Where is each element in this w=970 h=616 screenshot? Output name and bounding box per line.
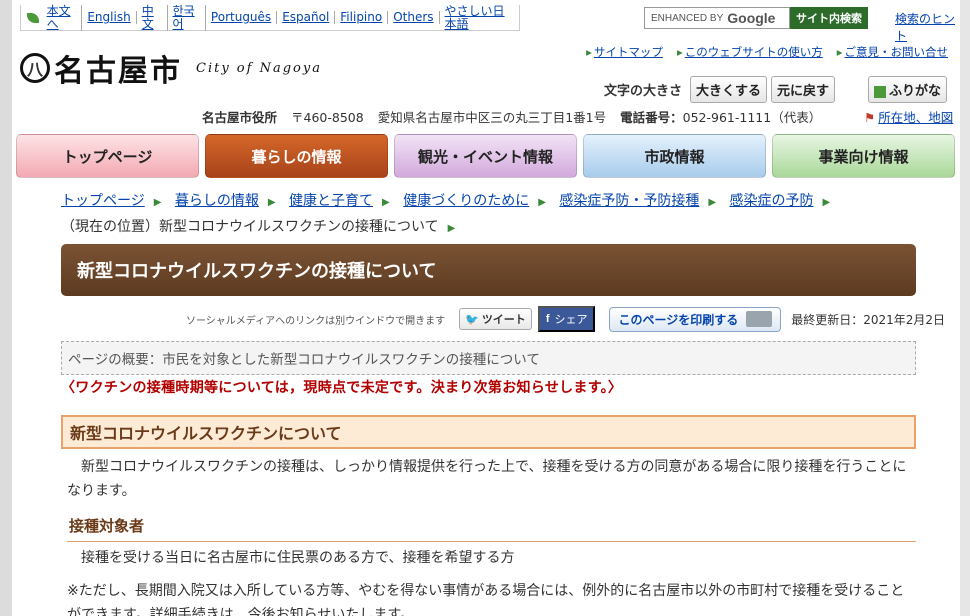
- last-updated: 最終更新日：2021年2月2日: [791, 312, 946, 327]
- postal-code: 〒460-8508: [291, 110, 364, 125]
- breadcrumb-item[interactable]: 健康づくりのために: [403, 193, 529, 209]
- page-right-gutter: [960, 0, 970, 616]
- sub-heading: 接種対象者: [67, 514, 916, 542]
- sub-body: 接種を受ける当日に名古屋市に住民票のある方で、接種を希望する方: [67, 550, 515, 566]
- logo-name: 名古屋市: [54, 54, 182, 89]
- search-input[interactable]: ENHANCED BY Google: [644, 7, 790, 29]
- search-placeholder: ENHANCED BY: [651, 12, 724, 24]
- nav-tab-city-gov[interactable]: 市政情報: [583, 134, 766, 178]
- breadcrumb-item[interactable]: 暮らしの情報: [175, 193, 259, 209]
- lang-link-easy-japanese[interactable]: やさしい日本語: [440, 4, 519, 31]
- breadcrumb-arrow-icon: ▶: [447, 223, 456, 234]
- breadcrumb: トップページ ▶ 暮らしの情報 ▶ 健康と子育て ▶ 健康づくりのために ▶ 感染症予防…: [61, 189, 921, 241]
- google-logo: Google: [727, 10, 776, 26]
- breadcrumb-item[interactable]: トップページ: [61, 193, 145, 209]
- page-title: 新型コロナウイルスワクチンの接種について: [61, 244, 916, 296]
- facebook-share-button[interactable]: f シェア: [537, 306, 596, 332]
- flag-icon: ⚑: [864, 110, 876, 125]
- lang-link-korean[interactable]: 한국어: [168, 4, 206, 31]
- text-reset-button[interactable]: 元に戻す: [771, 76, 836, 103]
- utility-links: サイトマップ このウェブサイトの使い方 ご意見・お問い合せ: [572, 44, 948, 60]
- logo-english: City of Nagoya: [196, 60, 322, 76]
- breadcrumb-current: （現在の位置）新型コロナウイルスワクチンの接種について: [61, 219, 439, 235]
- nav-tab-tourism[interactable]: 観光・イベント情報: [394, 134, 577, 178]
- language-bar: 本文へ English 中文 한국어 Português Español Fil…: [20, 4, 520, 31]
- phone-label: 電話番号：: [620, 110, 683, 125]
- section-body: 新型コロナウイルスワクチンの接種は、しっかり情報提供を行った上で、接種を受ける方…: [67, 459, 907, 499]
- tweet-button[interactable]: 🐦 ツイート: [459, 308, 532, 330]
- office-name: 名古屋市役所: [202, 110, 278, 125]
- page-summary: ページの概要：市民を対象とした新型コロナウイルスワクチンの接種について: [61, 341, 916, 375]
- text-size-controls: 文字の大きさ 大きくする 元に戻す: [604, 76, 839, 103]
- lang-link-main[interactable]: 本文へ: [42, 4, 83, 31]
- site-search: ENHANCED BY Google サイト内検索: [644, 7, 868, 29]
- furigana-label: ふりがな: [889, 83, 942, 98]
- street-address: 愛知県名古屋市中区三の丸三丁目1番1号: [377, 110, 607, 125]
- social-note: ソーシャルメディアへのリンクは別ウインドウで開きます: [186, 315, 446, 327]
- text-larger-button[interactable]: 大きくする: [690, 76, 768, 103]
- furigana-icon: [874, 85, 886, 98]
- nav-tab-top[interactable]: トップページ: [16, 134, 199, 178]
- site-logo[interactable]: 八 名古屋市 City of Nagoya: [20, 46, 322, 90]
- lang-link-filipino[interactable]: Filipino: [335, 11, 389, 24]
- breadcrumb-arrow-icon: ▶: [822, 197, 831, 208]
- breadcrumb-item[interactable]: 健康と子育て: [289, 193, 373, 209]
- lang-link-chinese[interactable]: 中文: [137, 4, 168, 31]
- how-to-use-link[interactable]: このウェブサイトの使い方: [677, 44, 823, 60]
- print-page-button[interactable]: このページを印刷する: [609, 306, 782, 332]
- tweet-label: ツイート: [481, 314, 526, 326]
- notice-text: 〈ワクチンの接種時期等については，現時点で未定です。決まり次第お知らせします。〉: [61, 380, 623, 396]
- global-nav: トップページ 暮らしの情報 観光・イベント情報 市政情報 事業向け情報: [16, 134, 955, 178]
- sitemap-link[interactable]: サイトマップ: [586, 44, 663, 60]
- phone-number: 052-961-1111（代表）: [682, 110, 822, 125]
- search-button[interactable]: サイト内検索: [790, 7, 868, 29]
- text-size-label: 文字の大きさ: [604, 84, 683, 99]
- facebook-icon: f: [545, 313, 550, 325]
- section-heading: 新型コロナウイルスワクチンについて: [61, 415, 916, 449]
- leaf-icon: [27, 12, 39, 23]
- twitter-bird-icon: 🐦: [465, 313, 479, 326]
- city-address: 名古屋市役所 〒460-8508 愛知県名古屋市中区三の丸三丁目1番1号 電話番…: [202, 107, 849, 126]
- map-link-wrap: ⚑ 所在地、地図: [864, 107, 953, 126]
- map-link[interactable]: 所在地、地図: [878, 110, 953, 125]
- page: 本文へ English 中文 한국어 Português Español Fil…: [12, 0, 960, 616]
- breadcrumb-arrow-icon: ▶: [708, 197, 717, 208]
- breadcrumb-arrow-icon: ▶: [538, 197, 546, 208]
- breadcrumb-arrow-icon: ▶: [267, 197, 276, 208]
- lang-link-portuguese[interactable]: Português: [206, 11, 278, 24]
- breadcrumb-arrow-icon: ▶: [153, 197, 162, 208]
- printer-icon: [746, 311, 773, 327]
- breadcrumb-item[interactable]: 感染症の予防: [730, 193, 814, 209]
- lang-link-english[interactable]: English: [82, 11, 137, 24]
- lang-link-others[interactable]: Others: [388, 11, 440, 24]
- breadcrumb-item[interactable]: 感染症予防・予防接種: [559, 193, 699, 209]
- print-label: このページを印刷する: [618, 312, 739, 327]
- social-bar: ソーシャルメディアへのリンクは別ウインドウで開きます 🐦 ツイート f シェア この…: [186, 306, 945, 332]
- nav-tab-business[interactable]: 事業向け情報: [772, 134, 955, 178]
- section-note: ※ただし、長期間入院又は入所している方等、やむを得ない事情がある場合には、例外的…: [67, 583, 905, 616]
- city-emblem-icon: 八: [20, 53, 50, 83]
- contact-link[interactable]: ご意見・お問い合せ: [837, 44, 949, 60]
- lang-link-spanish[interactable]: Español: [277, 11, 336, 24]
- breadcrumb-arrow-icon: ▶: [382, 197, 390, 208]
- share-label: シェア: [554, 314, 588, 326]
- furigana-button[interactable]: ふりがな: [868, 76, 948, 103]
- search-hint-link[interactable]: 検索のヒント: [895, 10, 960, 44]
- nav-tab-living[interactable]: 暮らしの情報: [205, 134, 388, 178]
